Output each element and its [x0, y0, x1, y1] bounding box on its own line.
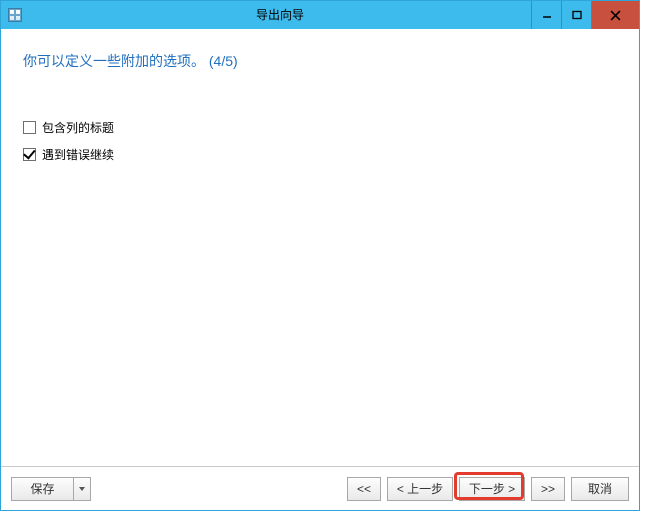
option-include-titles-row: 包含列的标题 — [23, 119, 617, 136]
close-button[interactable] — [591, 1, 639, 29]
app-icon — [1, 1, 29, 29]
last-button[interactable]: >> — [531, 477, 565, 501]
page-heading: 你可以定义一些附加的选项。 (4/5) — [23, 51, 617, 71]
prev-button[interactable]: < 上一步 — [387, 477, 453, 501]
cancel-button[interactable]: 取消 — [571, 477, 629, 501]
save-button[interactable]: 保存 — [11, 477, 73, 501]
continue-on-error-checkbox[interactable] — [23, 148, 36, 161]
include-titles-checkbox[interactable] — [23, 121, 36, 134]
option-continue-on-error-row: 遇到错误继续 — [23, 146, 617, 163]
window-title: 导出向导 — [29, 1, 531, 29]
titlebar: 导出向导 — [1, 1, 639, 29]
save-dropdown-button[interactable] — [73, 477, 91, 501]
wizard-footer: 保存 << < 上一步 下一步 > >> 取消 — [1, 466, 639, 510]
maximize-button[interactable] — [561, 1, 591, 29]
next-button[interactable]: 下一步 > — [459, 477, 525, 501]
minimize-button[interactable] — [531, 1, 561, 29]
first-button[interactable]: << — [347, 477, 381, 501]
export-wizard-window: 导出向导 你可以定义一些附加的选项。 (4/5) 包含列的标题 遇到错误继续 保… — [0, 0, 640, 511]
continue-on-error-label: 遇到错误继续 — [42, 146, 114, 163]
window-controls — [531, 1, 639, 29]
wizard-content: 你可以定义一些附加的选项。 (4/5) 包含列的标题 遇到错误继续 — [1, 29, 639, 466]
include-titles-label: 包含列的标题 — [42, 119, 114, 136]
save-split-button: 保存 — [11, 477, 91, 501]
